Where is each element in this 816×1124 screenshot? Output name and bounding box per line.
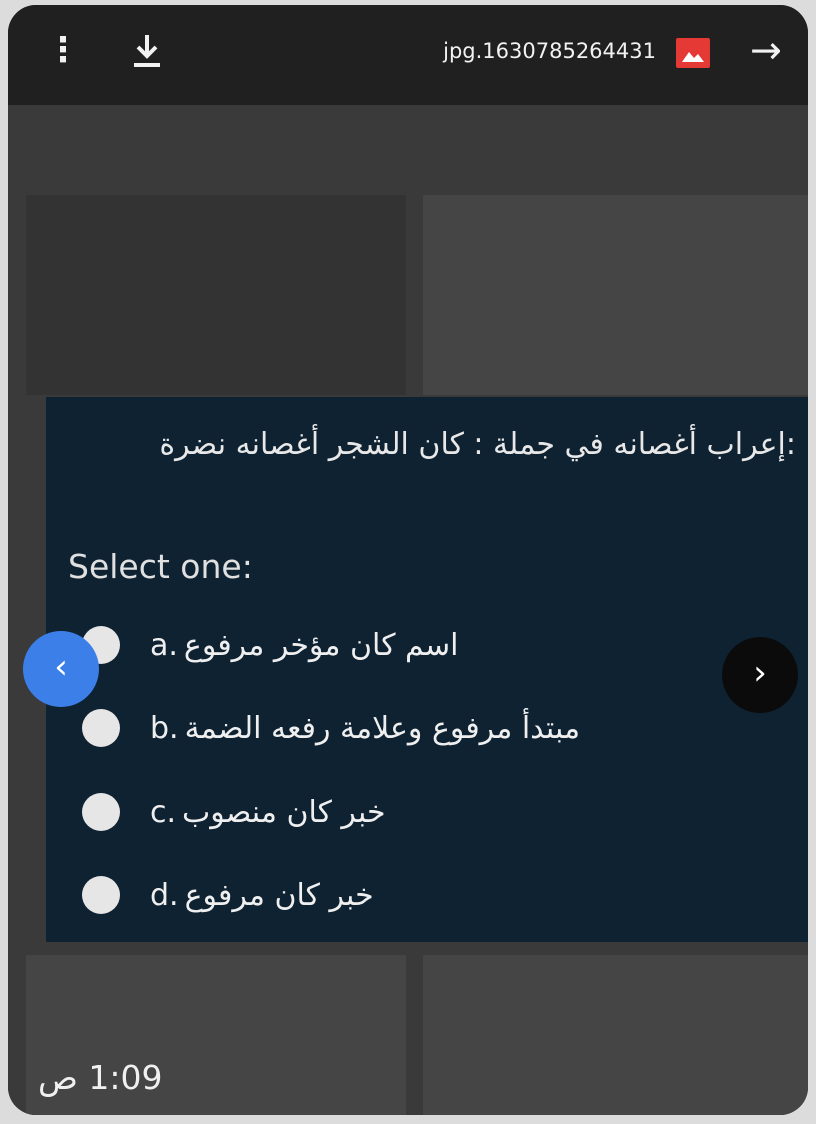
image-icon (676, 38, 710, 68)
quiz-question-panel: :إعراب أغصانه في جملة : كان الشجر أغصانه… (46, 397, 808, 942)
option-text: اسم كان مؤخر مرفوع (183, 627, 459, 663)
bg-card (423, 195, 808, 395)
file-name: jpg.1630785264431 (443, 39, 656, 63)
select-one-label: Select one: (68, 547, 253, 586)
radio-button[interactable] (82, 709, 120, 747)
download-icon[interactable] (130, 31, 164, 71)
option-b[interactable]: b. مبتدأ مرفوع وعلامة رفعه الضمة (82, 703, 580, 753)
option-letter: a. (150, 627, 178, 663)
chevron-right-icon: › (753, 653, 767, 693)
option-letter: d. (150, 877, 179, 913)
radio-button[interactable] (82, 876, 120, 914)
option-c[interactable]: c. خبر كان منصوب (82, 787, 386, 837)
chevron-left-icon: ‹ (54, 647, 68, 687)
bg-card (423, 955, 808, 1115)
arrow-right-icon[interactable]: → (750, 29, 782, 71)
option-text: خبر كان مرفوع (184, 877, 374, 913)
viewer-toolbar: ⋮ jpg.1630785264431 → (8, 5, 808, 105)
radio-button[interactable] (82, 793, 120, 831)
next-button[interactable]: › (722, 637, 798, 713)
option-d[interactable]: d. خبر كان مرفوع (82, 870, 374, 920)
previous-button[interactable]: ‹ (23, 631, 99, 707)
option-text: مبتدأ مرفوع وعلامة رفعه الضمة (184, 710, 581, 746)
option-letter: b. (150, 710, 179, 746)
option-text: خبر كان منصوب (182, 794, 386, 830)
more-vert-icon[interactable]: ⋮ (46, 33, 80, 67)
photo-viewer: ⋮ jpg.1630785264431 → :إعراب أغصانه في ج… (8, 5, 808, 1115)
status-time: 1:09 ص (38, 1058, 163, 1097)
question-text: :إعراب أغصانه في جملة : كان الشجر أغصانه… (159, 427, 796, 462)
option-letter: c. (150, 794, 177, 830)
option-a[interactable]: a. اسم كان مؤخر مرفوع (82, 620, 458, 670)
bg-card (26, 195, 406, 395)
